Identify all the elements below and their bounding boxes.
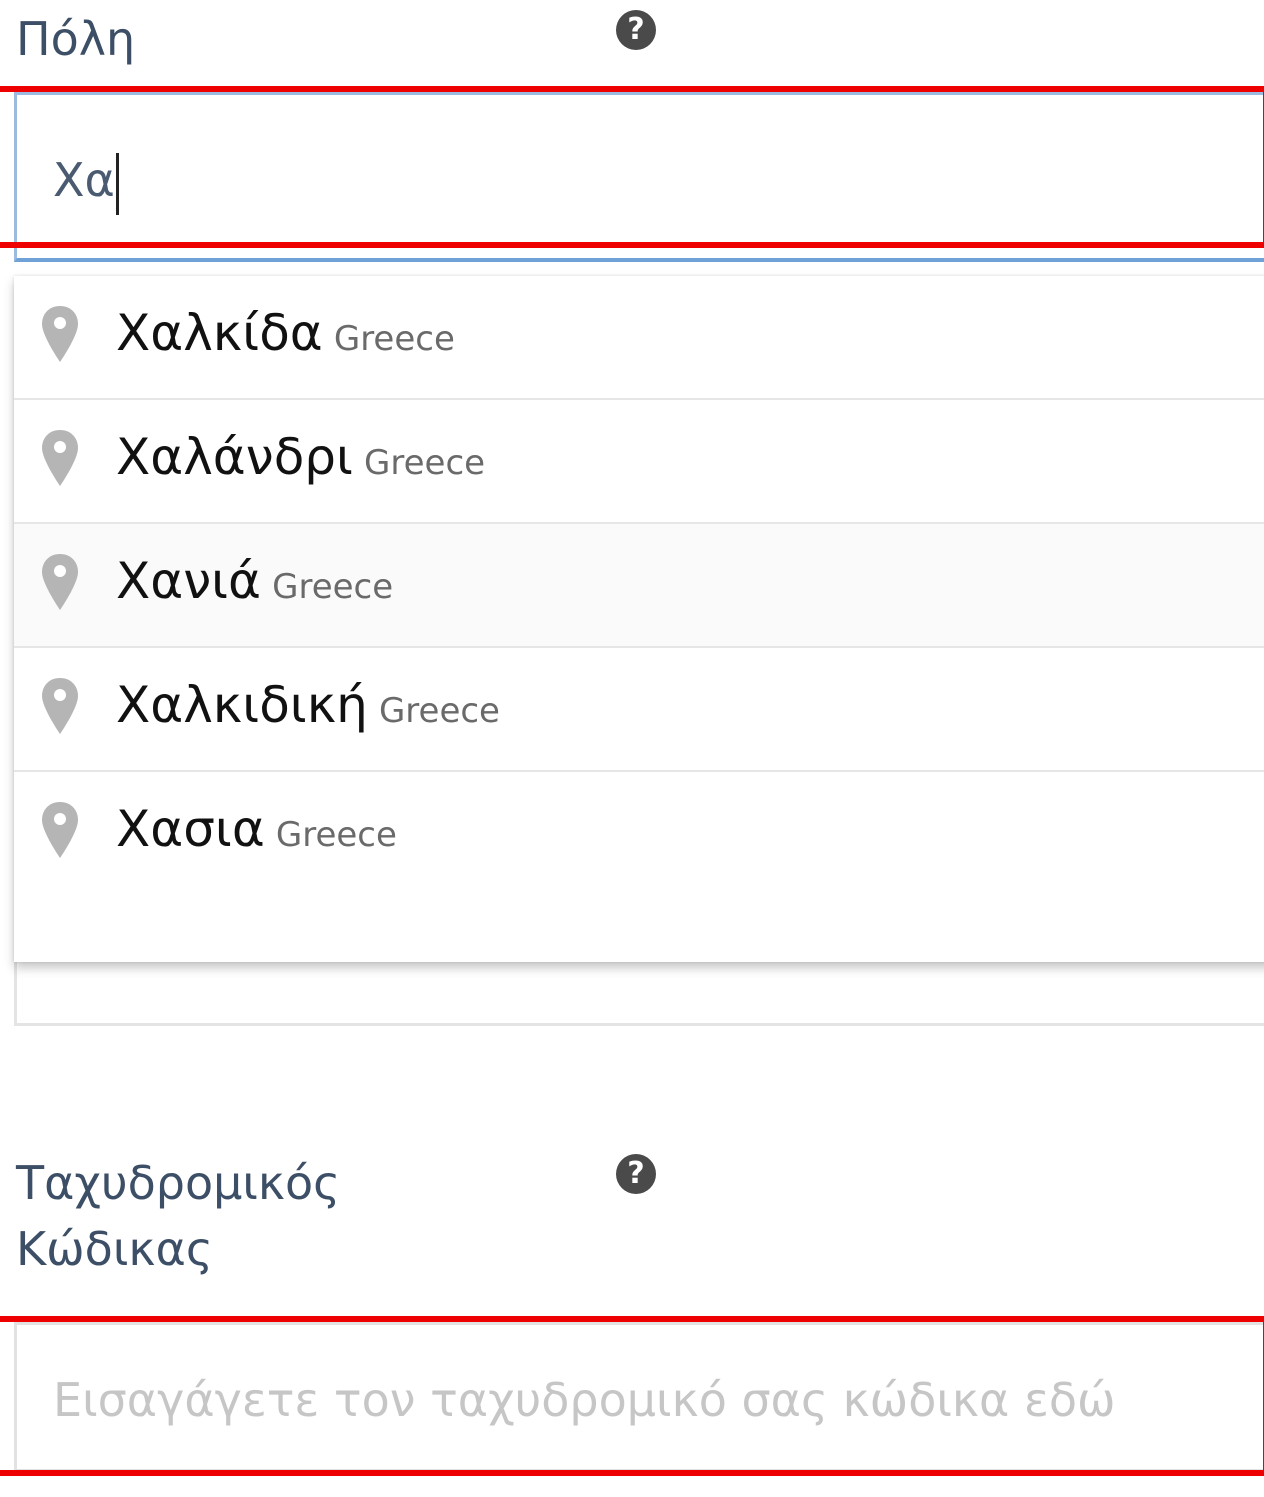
- suggestion-item-hovered[interactable]: Χανιά Greece: [14, 524, 1264, 648]
- city-input-value: Χα: [53, 153, 115, 207]
- suggestion-item[interactable]: Χαλκίδα Greece: [14, 276, 1264, 400]
- suggestion-name: Χαλάνδρι: [116, 428, 353, 486]
- address-form: Πόλη ? Χα Χαλκίδα Greece Χαλάνδρι Greece…: [0, 0, 1264, 1497]
- suggestion-country: Greece: [272, 567, 394, 607]
- map-pin-icon: [42, 678, 78, 734]
- suggestion-country: Greece: [275, 815, 397, 855]
- postal-code-help-icon[interactable]: ?: [616, 1154, 656, 1194]
- suggestion-name: Χαλκίδα: [116, 304, 323, 362]
- suggestion-country: Greece: [378, 691, 500, 731]
- map-pin-icon: [42, 802, 78, 858]
- city-label: Πόλη: [16, 12, 136, 66]
- city-help-icon[interactable]: ?: [616, 10, 656, 50]
- suggestion-name: Χανιά: [116, 552, 262, 610]
- map-pin-icon: [42, 554, 78, 610]
- city-input[interactable]: Χα: [14, 92, 1264, 262]
- text-caret: [115, 152, 119, 215]
- city-autocomplete-dropdown: Χαλκίδα Greece Χαλάνδρι Greece Χανιά Gre…: [14, 276, 1264, 962]
- map-pin-icon: [42, 306, 78, 362]
- postal-code-placeholder: Εισαγάγετε τον ταχυδρομικό σας κώδικα εδ…: [53, 1373, 1116, 1427]
- postal-code-label-line2: Κώδικας: [16, 1222, 213, 1276]
- suggestion-country: Greece: [364, 443, 486, 483]
- suggestion-item[interactable]: Χαλάνδρι Greece: [14, 400, 1264, 524]
- suggestion-name: Χασια: [116, 800, 265, 858]
- suggestion-item[interactable]: Χασια Greece: [14, 772, 1264, 896]
- postal-code-label: Ταχυδρομικός Κώδικας: [16, 1150, 340, 1282]
- suggestion-item[interactable]: Χαλκιδική Greece: [14, 648, 1264, 772]
- suggestion-country: Greece: [333, 319, 455, 359]
- map-pin-icon: [42, 430, 78, 486]
- postal-code-label-line1: Ταχυδρομικός: [16, 1156, 341, 1210]
- suggestion-name: Χαλκιδική: [116, 676, 368, 734]
- postal-code-input[interactable]: Εισαγάγετε τον ταχυδρομικό σας κώδικα εδ…: [14, 1322, 1264, 1472]
